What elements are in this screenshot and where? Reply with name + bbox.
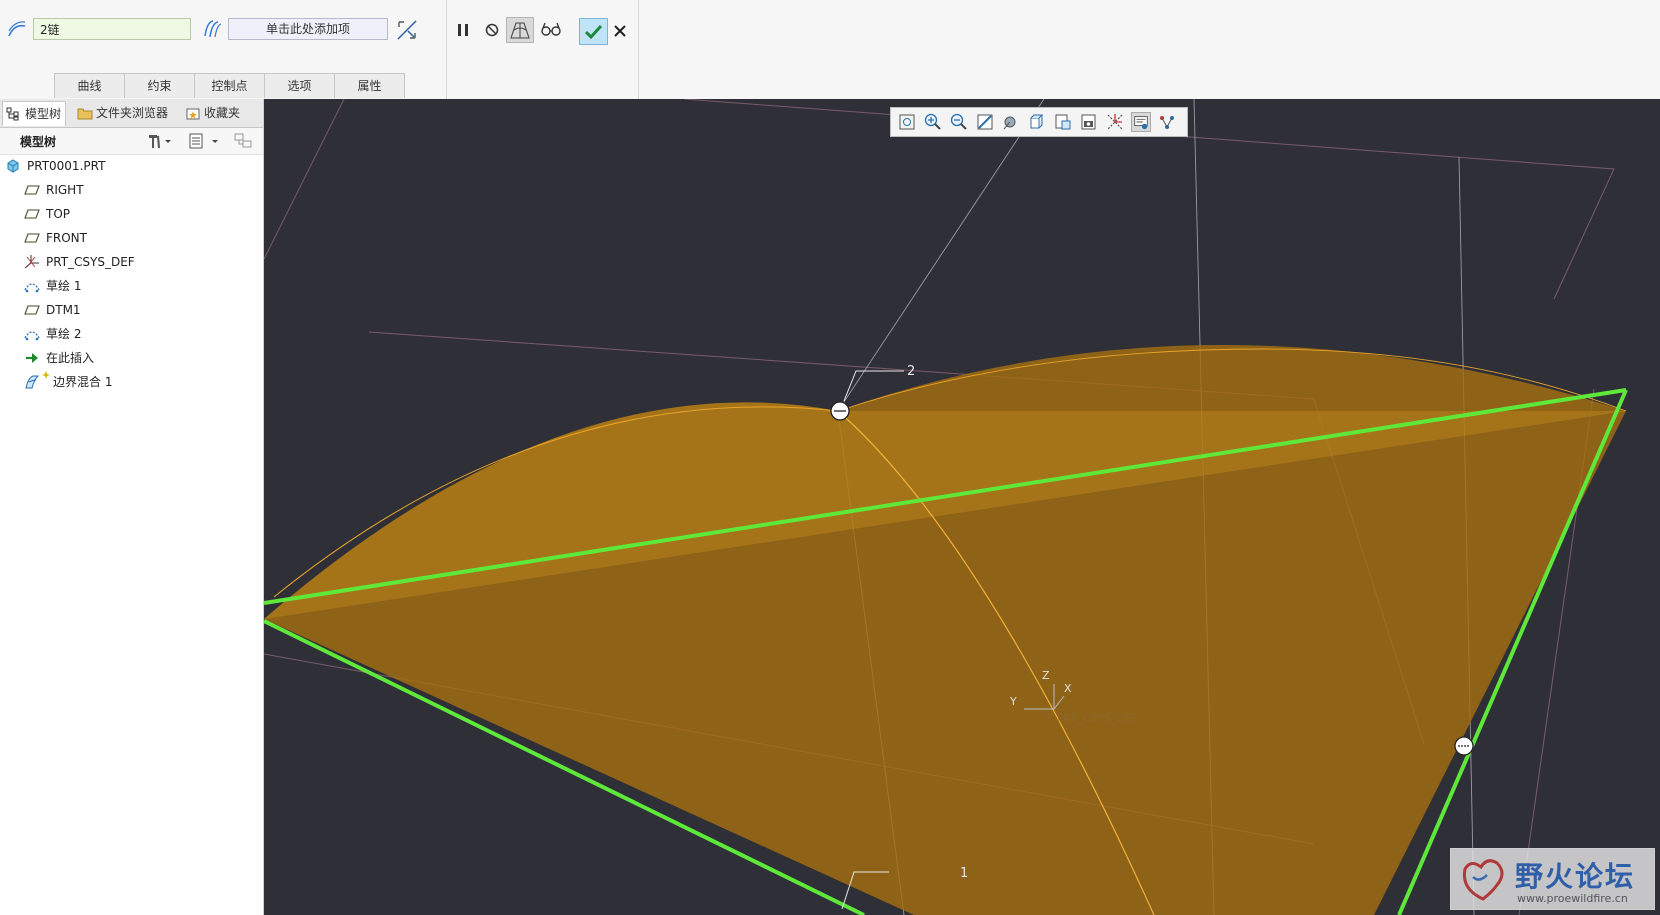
datum-plane-icon: [24, 185, 40, 195]
no-preview-icon[interactable]: [484, 22, 500, 38]
zoom-in-icon: [924, 113, 941, 130]
tree-item-label: 草绘 2: [46, 327, 82, 341]
tree-item-label: RIGHT: [46, 183, 84, 197]
model-tree-icon: [6, 107, 19, 121]
forum-logo-icon: [1462, 859, 1504, 901]
refit-button[interactable]: [897, 112, 917, 132]
annotation-display-button[interactable]: [1131, 112, 1151, 132]
csys-icon: [24, 255, 39, 269]
tab-options[interactable]: 选项: [264, 73, 335, 98]
tree-item-label: DTM1: [46, 303, 81, 317]
spin-center-icon: [1160, 116, 1174, 129]
folder-icon: [77, 108, 93, 120]
graphics-toolbar: [890, 107, 1188, 137]
model-tree-title: 模型树: [20, 135, 57, 149]
zoom-in-button[interactable]: [923, 112, 943, 132]
tree-item-label: FRONT: [46, 231, 87, 245]
tab-control-points[interactable]: 控制点: [194, 73, 265, 98]
chain-label-bottom: 1: [960, 866, 968, 881]
tree-item-label: 草绘 1: [46, 279, 82, 293]
tab-constraints[interactable]: 约束: [124, 73, 195, 98]
new-feature-star-icon: [42, 371, 50, 379]
cancel-icon[interactable]: [613, 24, 627, 38]
ribbon-separator: [446, 0, 447, 99]
chain-handle-top[interactable]: [830, 401, 850, 421]
tab-favorites-label: 收藏夹: [204, 106, 241, 120]
boundary-blend-icon: [25, 375, 40, 389]
settings-hammer-icon[interactable]: [146, 132, 172, 150]
sketch-icon: [24, 331, 40, 341]
chain-handle-right[interactable]: [1454, 736, 1474, 756]
part-icon: [7, 159, 19, 173]
show-options-icon[interactable]: [188, 132, 224, 150]
tree-item-label: 边界混合 1: [53, 375, 113, 389]
chain-label-top: 2: [907, 364, 915, 379]
second-direction-icon[interactable]: [201, 18, 223, 40]
view-manager-button[interactable]: [1053, 112, 1073, 132]
scene-canvas[interactable]: 2 1 Z X Y PRT_CSYS_DEF: [264, 99, 1660, 915]
favorites-icon: [186, 108, 200, 120]
tab-model-tree-label: 模型树: [25, 107, 62, 121]
datum-plane-icon: [24, 209, 40, 219]
first-direction-chain-field[interactable]: 2链: [33, 18, 191, 40]
display-style-icon: [1003, 116, 1016, 130]
repaint-button[interactable]: [975, 112, 995, 132]
csys-axis-y: Y: [1009, 695, 1017, 708]
refit-icon: [899, 114, 915, 130]
ok-button[interactable]: [579, 18, 608, 45]
curve-chain-icon[interactable]: [6, 20, 28, 40]
camera-icon: [1081, 114, 1096, 130]
dashboard-tabs: 曲线 约束 控制点 选项 属性: [54, 73, 405, 99]
saved-views-button[interactable]: [1027, 112, 1047, 132]
tree-item-label: TOP: [46, 207, 71, 221]
filter-icon[interactable]: [233, 132, 255, 150]
surface-preview-icon: [510, 22, 530, 39]
csys-label: PRT_CSYS_DEF: [1057, 712, 1138, 725]
checkmark-icon: [584, 24, 603, 40]
csys-axis-z: Z: [1042, 669, 1050, 682]
tab-curves[interactable]: 曲线: [54, 73, 125, 98]
datum-display-button[interactable]: [1105, 112, 1125, 132]
insert-arrow-icon: [26, 353, 38, 363]
graphics-window[interactable]: 2 1 Z X Y PRT_CSYS_DEF: [264, 99, 1660, 915]
navigator-tabs: 模型树 文件夹浏览器 收藏夹: [0, 99, 263, 128]
repaint-icon: [977, 114, 993, 130]
model-tree-header: 模型树: [0, 128, 263, 155]
datum-display-icon: [1107, 114, 1123, 130]
tab-folder-browser[interactable]: 文件夹浏览器: [74, 101, 178, 126]
tab-properties[interactable]: 属性: [334, 73, 405, 98]
watermark-url: www.proewildfire.cn: [1517, 892, 1628, 905]
datum-plane-icon: [24, 305, 40, 315]
forum-watermark: 野火论坛 www.proewildfire.cn: [1450, 848, 1655, 910]
second-direction-collector[interactable]: 单击此处添加项: [228, 18, 388, 40]
tree-item-label: PRT0001.PRT: [27, 159, 106, 173]
spin-center-button[interactable]: [1157, 112, 1177, 132]
tab-favorites[interactable]: 收藏夹: [182, 101, 252, 126]
verify-glasses-icon[interactable]: [540, 20, 562, 38]
perspective-button[interactable]: [1079, 112, 1099, 132]
boundary-blend-surface: [264, 345, 1627, 915]
annotation-display-icon: [1134, 116, 1148, 130]
zoom-out-button[interactable]: [949, 112, 969, 132]
display-style-button[interactable]: [1001, 112, 1021, 132]
saved-views-icon: [1030, 114, 1044, 129]
navigator-panel: 模型树 文件夹浏览器 收藏夹 模型树 PRT0001.PRT RIGHT TOP…: [0, 99, 264, 915]
tree-item-label: 在此插入: [46, 351, 95, 365]
zoom-out-icon: [950, 113, 967, 130]
tree-item-label: PRT_CSYS_DEF: [46, 255, 135, 269]
ribbon-separator: [638, 0, 639, 99]
watermark-title: 野火论坛: [1515, 860, 1636, 893]
boundary-blend-dashboard: 2链 单击此处添加项 曲线 约束 控制点 选项 属性: [0, 0, 1660, 100]
datum-plane-icon: [24, 233, 40, 243]
preview-toggle[interactable]: [506, 17, 534, 43]
pause-icon[interactable]: [455, 22, 471, 38]
sketch-icon: [24, 283, 40, 293]
tab-model-tree[interactable]: 模型树: [2, 101, 66, 126]
tab-folder-browser-label: 文件夹浏览器: [96, 106, 169, 120]
csys-axis-x: X: [1064, 682, 1072, 695]
view-manager-icon: [1055, 114, 1071, 130]
flip-direction-icon[interactable]: [395, 18, 419, 42]
